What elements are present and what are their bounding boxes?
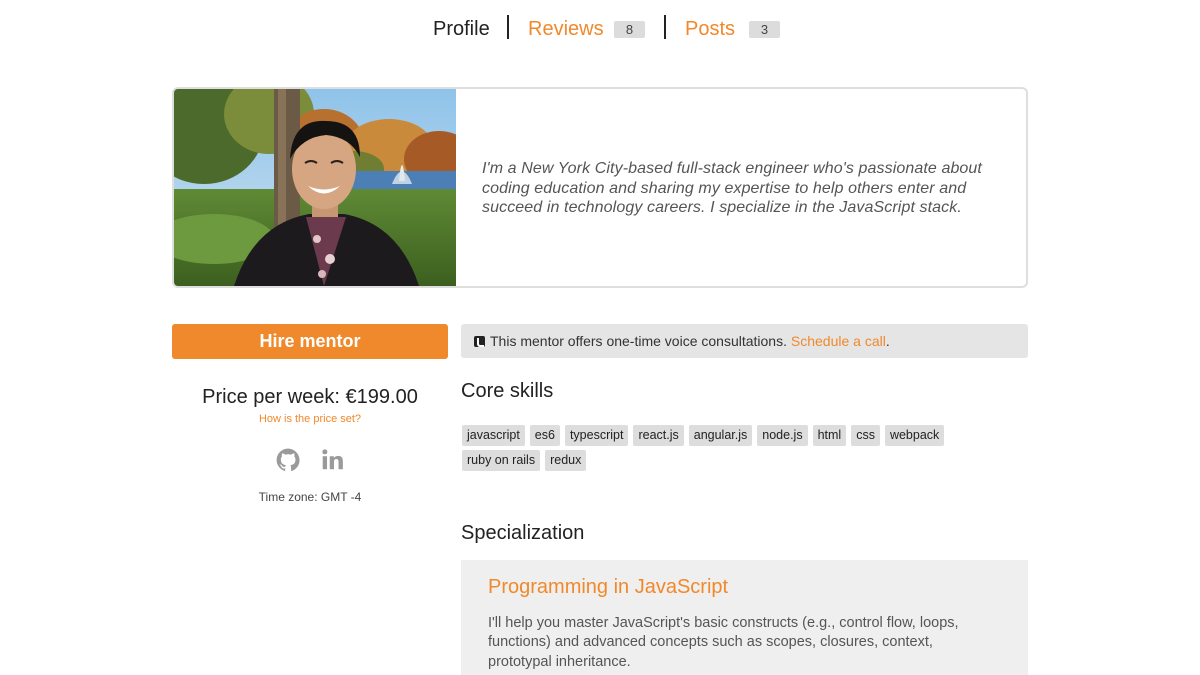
specialization-card: Programming in JavaScript I'll help you … (461, 560, 1028, 675)
voice-consultation-banner: This mentor offers one-time voice consul… (461, 324, 1028, 358)
tab-separator (507, 15, 509, 39)
skill-tag: node.js (757, 425, 808, 446)
voice-consultation-text: This mentor offers one-time voice consul… (490, 333, 787, 349)
mentor-bio: I'm a New York City-based full-stack eng… (482, 160, 982, 216)
specialization-name: Programming in JavaScript (488, 576, 729, 598)
hire-mentor-button[interactable]: Hire mentor (172, 324, 448, 359)
skill-tag: angular.js (688, 425, 753, 446)
linkedin-icon[interactable] (320, 447, 346, 473)
mentor-photo (174, 89, 456, 286)
profile-tabs: Profile Reviews 8 Posts 3 (0, 14, 1200, 44)
tab-posts[interactable]: Posts (685, 18, 735, 40)
skill-tag: typescript (564, 425, 629, 446)
skill-tag: webpack (884, 425, 945, 446)
core-skills-title: Core skills (461, 380, 554, 402)
skill-tag: ruby on rails (462, 450, 541, 471)
voice-consultation-tail: . (885, 333, 890, 349)
github-icon[interactable] (275, 447, 301, 473)
core-skills-list: javascript es6 typescript react.js angul… (462, 425, 982, 475)
tab-reviews[interactable]: Reviews (528, 18, 604, 40)
price-info-link[interactable]: How is the price set? (172, 413, 448, 425)
specialization-title: Specialization (461, 522, 585, 544)
mentor-intro-card: I'm a New York City-based full-stack eng… (172, 87, 1028, 288)
social-links (275, 447, 355, 473)
schedule-call-link[interactable]: Schedule a call (791, 333, 886, 349)
skill-tag: css (851, 425, 880, 446)
weekly-price: Price per week: €199.00 (202, 386, 418, 408)
skill-tag: redux (545, 450, 587, 471)
phone-icon (474, 336, 485, 347)
specialization-description: I'll help you master JavaScript's basic … (488, 615, 959, 670)
skill-tag: html (812, 425, 847, 446)
skill-tag: es6 (529, 425, 560, 446)
tab-separator (664, 15, 666, 39)
skill-tag: react.js (633, 425, 684, 446)
posts-count-badge: 3 (749, 21, 780, 38)
skill-tag: javascript (462, 425, 525, 446)
time-zone: Time zone: GMT -4 (258, 490, 362, 504)
reviews-count-badge: 8 (614, 21, 645, 38)
tab-profile[interactable]: Profile (433, 18, 490, 40)
